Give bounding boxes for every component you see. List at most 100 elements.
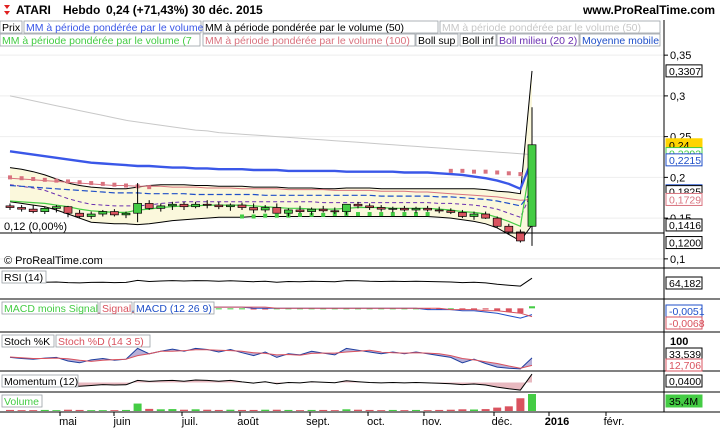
legend-tag-label: Boll inf [462, 35, 494, 47]
volume-bar [400, 410, 409, 411]
macd-hist-label[interactable]: MACD moins Signal [1, 301, 99, 315]
price-value-text: 0,2215 [669, 155, 701, 167]
rsi-label[interactable]: RSI (14) [1, 270, 47, 284]
volume-bar [203, 409, 212, 411]
volume-bar [64, 409, 72, 411]
chart-canvas[interactable]: ATARI Hebdo 0,24 (+71,43%) 30 déc. 2015 … [0, 0, 720, 430]
stoch-top-tick: 100 [670, 336, 688, 348]
stoch-d-label[interactable]: Stoch %D (14 3 5) [55, 334, 151, 348]
price-tick-label: 0,35 [670, 50, 691, 62]
sar-red-dot [495, 170, 500, 175]
indicator-line [9, 373, 533, 391]
sar-red-dot [112, 182, 117, 187]
legend-tag-0[interactable]: Prix [0, 20, 23, 34]
volume-bar [52, 410, 61, 411]
price-value-box: 0,1416 [665, 218, 703, 232]
date-label: 30 déc. 2015 [192, 3, 263, 17]
period-label: Hebdo [63, 3, 100, 17]
volume-bar [87, 410, 96, 411]
volume-bar [17, 410, 26, 411]
x-tick-label: févr. [604, 416, 625, 428]
x-tick-label: juil. [181, 416, 199, 428]
sar-red-dot [506, 171, 511, 176]
volume-bar [75, 409, 84, 411]
volume-bar [504, 406, 513, 411]
sar-red-dot [124, 183, 128, 188]
volume-bar [470, 409, 478, 411]
x-tick-label: oct. [367, 416, 385, 428]
volume-bar [516, 398, 525, 411]
stoch-k-label[interactable]: Stoch %K [1, 334, 55, 348]
legend-row: Prix MM à période pondérée par le volume … [0, 20, 720, 47]
sar-red-dot [89, 181, 94, 186]
legend-tag-4[interactable]: MM à période pondérée par le volume (7 [0, 33, 201, 47]
candle[interactable] [492, 216, 502, 228]
sar-red-dot [31, 177, 36, 181]
sar-red-dot [100, 181, 105, 186]
sar-red-dot [147, 185, 152, 190]
legend-tag-3[interactable]: MM à période pondérée par le volume (50) [439, 20, 661, 34]
sar-green-dot [274, 213, 279, 218]
volume-label[interactable]: Volume [1, 394, 43, 408]
sar-red-dot [448, 168, 453, 173]
macd-value-box-b: -0,0068 [665, 316, 705, 330]
stoch-value-box-b: 12,706 [665, 358, 703, 372]
legend-tag-label: Moyenne mobile [582, 35, 659, 47]
x-tick-label: nov. [422, 416, 442, 428]
legend-tag-label: MM à période pondérée par le volume (20) [26, 22, 225, 34]
volume-bar [238, 409, 246, 411]
legend-tag-8[interactable]: Boll milieu (20 2) [496, 33, 580, 47]
site-label: www.ProRealTime.com [582, 3, 715, 17]
macd-label[interactable]: MACD (12 26 9) [133, 301, 215, 315]
volume-bar [330, 410, 339, 411]
stoch-value-box-b-text: 12,706 [669, 360, 701, 372]
sar-green-dot [251, 214, 256, 219]
sar-red-dot [42, 177, 47, 182]
price-panel: 0,12 (0,00%) © ProRealTime.com [0, 47, 664, 267]
legend-tag-1[interactable]: MM à période pondérée par le volume (20) [23, 20, 225, 34]
price-value-text: 0,1200 [669, 238, 701, 250]
sar-green-dot [356, 212, 360, 217]
legend-tag-5[interactable]: MM à période pondérée par le volume (100… [202, 33, 416, 47]
x-tick-label: mai [59, 416, 77, 428]
macd-histogram-bar [239, 308, 245, 310]
header-bar: ATARI Hebdo 0,24 (+71,43%) 30 déc. 2015 … [0, 0, 720, 20]
macd-value-box-a: -0,0051 [665, 304, 705, 318]
momentum-area [10, 374, 532, 391]
chart-window: ATARI Hebdo 0,24 (+71,43%) 30 déc. 2015 … [0, 0, 720, 430]
legend-tag-label: MM à période pondérée par le volume (7 [2, 35, 192, 47]
macd-signal-label[interactable]: Signal [99, 301, 133, 315]
legend-tag-label: Prix [2, 22, 21, 34]
indicator-panels: RSI (14) 64,182 MACD moins Signal Signal MAC… [0, 267, 720, 411]
volume-bar [191, 409, 200, 411]
x-tick-label: sept. [306, 416, 330, 428]
legend-tag-7[interactable]: Boll inf [459, 33, 497, 47]
quote-label: 0,24 (+71,43%) [106, 3, 188, 17]
price-value-box: 0,2215 [665, 153, 703, 167]
price-value-text: 0,1729 [669, 194, 701, 206]
legend-tag-6[interactable]: Boll sup [415, 33, 459, 47]
reference-line-label: 0,12 (0,00%) [4, 221, 67, 233]
volume-bar [354, 409, 362, 411]
sar-green-dot [402, 212, 407, 217]
sar-red-dot [19, 176, 24, 181]
x-tick-label: juin [112, 416, 130, 428]
momentum-label-text: Momentum (12) [4, 376, 78, 388]
volume-bar [133, 403, 142, 411]
price-value-text: 0,3307 [669, 66, 701, 78]
macd-histogram-bar [482, 308, 489, 310]
volume-bar [377, 410, 386, 411]
volume-label-text: Volume [4, 396, 39, 408]
macd-histogram-bar [227, 308, 234, 310]
volume-bar [110, 410, 119, 411]
volume-bar [307, 409, 316, 411]
panel-rsi [0, 267, 720, 287]
momentum-value-box-text: 0,0400 [669, 376, 701, 388]
legend-tag-9[interactable]: Moyenne mobile [579, 33, 661, 47]
price-value-box: 0,1200 [665, 236, 703, 250]
symbol-label: ATARI [16, 3, 51, 17]
volume-bar [342, 409, 351, 411]
momentum-label[interactable]: Momentum (12) [1, 374, 79, 388]
legend-tag-2[interactable]: MM à période pondérée par le volume (50) [202, 20, 439, 34]
sar-red-dot [8, 175, 12, 180]
